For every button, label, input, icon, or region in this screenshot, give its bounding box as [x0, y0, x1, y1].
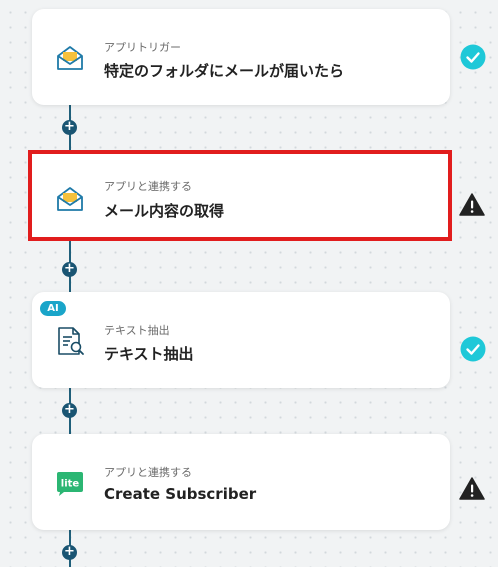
- warning-icon: [459, 476, 485, 502]
- mail-envelope-icon: [54, 42, 86, 74]
- add-step-button[interactable]: +: [62, 403, 77, 418]
- flow-step-card-trigger[interactable]: アプリトリガー 特定のフォルダにメールが届いたら: [32, 9, 450, 105]
- step-title: 特定のフォルダにメールが届いたら: [104, 62, 345, 80]
- step-category: アプリと連携する: [104, 180, 192, 193]
- flow-step-card-selected[interactable]: アプリと連携する メール内容の取得: [28, 150, 452, 241]
- step-title: メール内容の取得: [104, 202, 225, 220]
- lite-logo-text: lite: [61, 479, 80, 490]
- check-circle-icon: [460, 336, 486, 362]
- flow-step-card-text-extract[interactable]: テキスト抽出 テキスト抽出: [32, 292, 450, 388]
- flow-step-card-create-subscriber[interactable]: lite アプリと連携する Create Subscriber: [32, 434, 450, 530]
- step-title: テキスト抽出: [104, 345, 194, 363]
- warning-icon: [459, 192, 485, 218]
- step-category: テキスト抽出: [104, 324, 170, 337]
- ai-badge: AI: [40, 301, 66, 316]
- check-circle-icon: [460, 44, 486, 70]
- step-category: アプリと連携する: [104, 466, 192, 479]
- mail-envelope-icon: [54, 183, 86, 215]
- add-step-button[interactable]: +: [62, 262, 77, 277]
- step-title: Create Subscriber: [104, 485, 257, 503]
- lite-app-icon: lite: [54, 467, 86, 499]
- step-category: アプリトリガー: [104, 41, 181, 54]
- document-search-icon: [54, 325, 86, 357]
- add-step-button[interactable]: +: [62, 120, 77, 135]
- add-step-button[interactable]: +: [62, 545, 77, 560]
